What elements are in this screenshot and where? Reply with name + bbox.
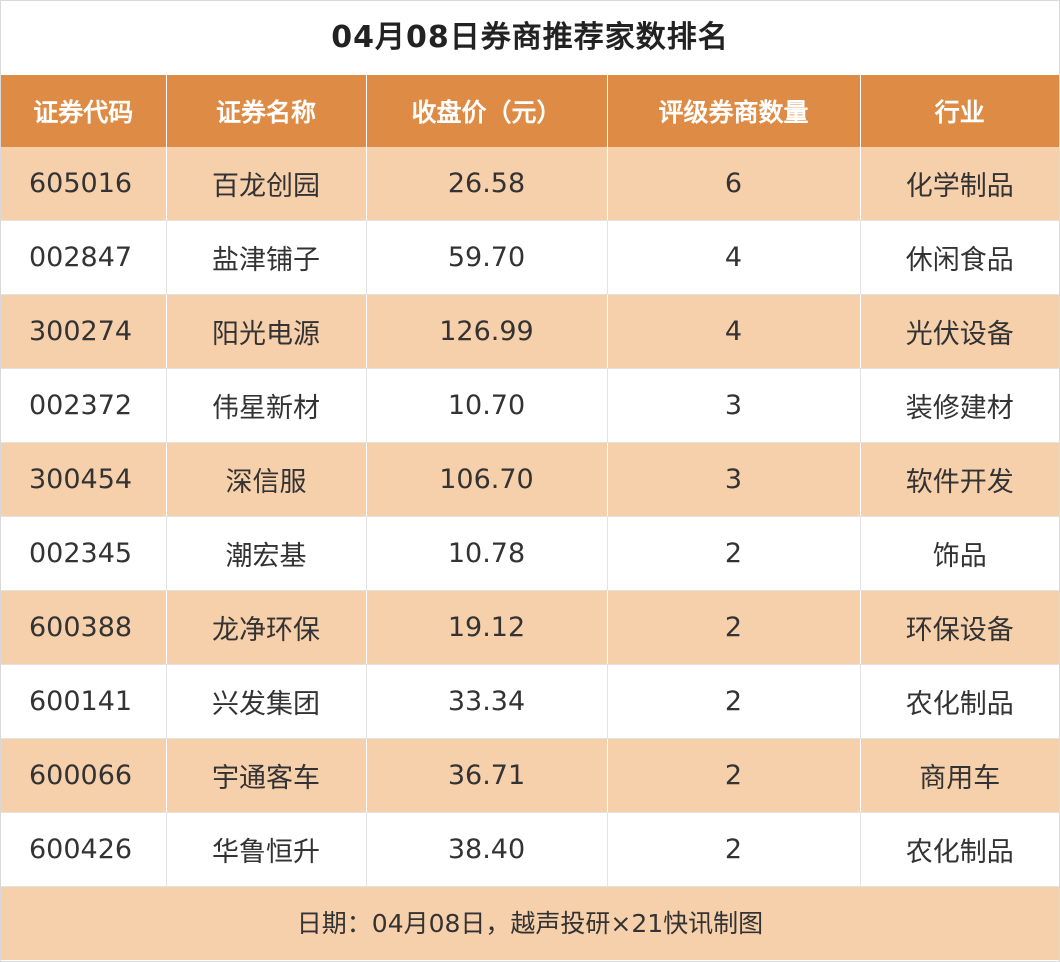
column-header-close-price: 收盘价（元） [366,75,608,147]
cell-close-price: 19.12 [366,590,608,665]
table-row: 300454 深信服 106.70 3 软件开发 [1,442,1059,517]
cell-code: 300274 [1,294,167,369]
cell-code: 300454 [1,442,167,517]
table-header-row: 证券代码 证券名称 收盘价（元） 评级券商数量 行业 [1,75,1059,147]
cell-broker-count: 6 [607,147,861,221]
table-body: 605016 百龙创园 26.58 6 化学制品 002847 盐津铺子 59.70 4 休闲食品… [1,147,1059,887]
cell-name: 盐津铺子 [166,220,367,295]
cell-close-price: 126.99 [366,294,608,369]
ranking-table: 证券代码 证券名称 收盘价（元） 评级券商数量 行业 605016 百龙创园 26.… [1,75,1059,887]
cell-name: 龙净环保 [166,590,367,665]
table-row: 002345 潮宏基 10.78 2 饰品 [1,516,1059,591]
cell-broker-count: 4 [607,220,861,295]
cell-code: 002345 [1,516,167,591]
cell-broker-count: 2 [607,812,861,887]
cell-industry: 软件开发 [860,442,1059,517]
cell-close-price: 38.40 [366,812,608,887]
cell-code: 600388 [1,590,167,665]
cell-close-price: 106.70 [366,442,608,517]
cell-code: 600141 [1,664,167,739]
table-row: 605016 百龙创园 26.58 6 化学制品 [1,147,1059,221]
cell-industry: 装修建材 [860,368,1059,443]
chart-footer: 日期：04月08日，越声投研×21快讯制图 [1,887,1059,960]
cell-industry: 光伏设备 [860,294,1059,369]
cell-industry: 饰品 [860,516,1059,591]
cell-name: 伟星新材 [166,368,367,443]
cell-code: 002847 [1,220,167,295]
cell-broker-count: 3 [607,368,861,443]
cell-industry: 化学制品 [860,147,1059,221]
cell-name: 阳光电源 [166,294,367,369]
cell-close-price: 10.70 [366,368,608,443]
cell-close-price: 33.34 [366,664,608,739]
cell-name: 宇通客车 [166,738,367,813]
cell-broker-count: 2 [607,590,861,665]
table-row: 600141 兴发集团 33.34 2 农化制品 [1,664,1059,739]
cell-name: 兴发集团 [166,664,367,739]
cell-broker-count: 2 [607,516,861,591]
cell-name: 深信服 [166,442,367,517]
table-row: 600426 华鲁恒升 38.40 2 农化制品 [1,812,1059,887]
table-row: 300274 阳光电源 126.99 4 光伏设备 [1,294,1059,369]
cell-broker-count: 2 [607,738,861,813]
cell-industry: 农化制品 [860,664,1059,739]
table-row: 600388 龙净环保 19.12 2 环保设备 [1,590,1059,665]
chart-title: 04月08日券商推荐家数排名 [331,20,729,55]
cell-code: 600066 [1,738,167,813]
column-header-name: 证券名称 [166,75,367,147]
cell-industry: 环保设备 [860,590,1059,665]
chart-container: 04月08日券商推荐家数排名 证券代码 证券名称 收盘价（元） 评级券商数量 行… [0,0,1060,962]
cell-broker-count: 4 [607,294,861,369]
cell-name: 百龙创园 [166,147,367,221]
cell-code: 605016 [1,147,167,221]
column-header-broker-count: 评级券商数量 [607,75,861,147]
cell-broker-count: 3 [607,442,861,517]
table-row: 002372 伟星新材 10.70 3 装修建材 [1,368,1059,443]
column-header-industry: 行业 [860,75,1059,147]
column-header-code: 证券代码 [1,75,167,147]
cell-code: 600426 [1,812,167,887]
cell-close-price: 10.78 [366,516,608,591]
cell-close-price: 26.58 [366,147,608,221]
cell-broker-count: 2 [607,664,861,739]
cell-name: 华鲁恒升 [166,812,367,887]
cell-industry: 农化制品 [860,812,1059,887]
cell-industry: 休闲食品 [860,220,1059,295]
cell-code: 002372 [1,368,167,443]
table-row: 002847 盐津铺子 59.70 4 休闲食品 [1,220,1059,295]
cell-close-price: 59.70 [366,220,608,295]
cell-name: 潮宏基 [166,516,367,591]
cell-industry: 商用车 [860,738,1059,813]
cell-close-price: 36.71 [366,738,608,813]
table-row: 600066 宇通客车 36.71 2 商用车 [1,738,1059,813]
